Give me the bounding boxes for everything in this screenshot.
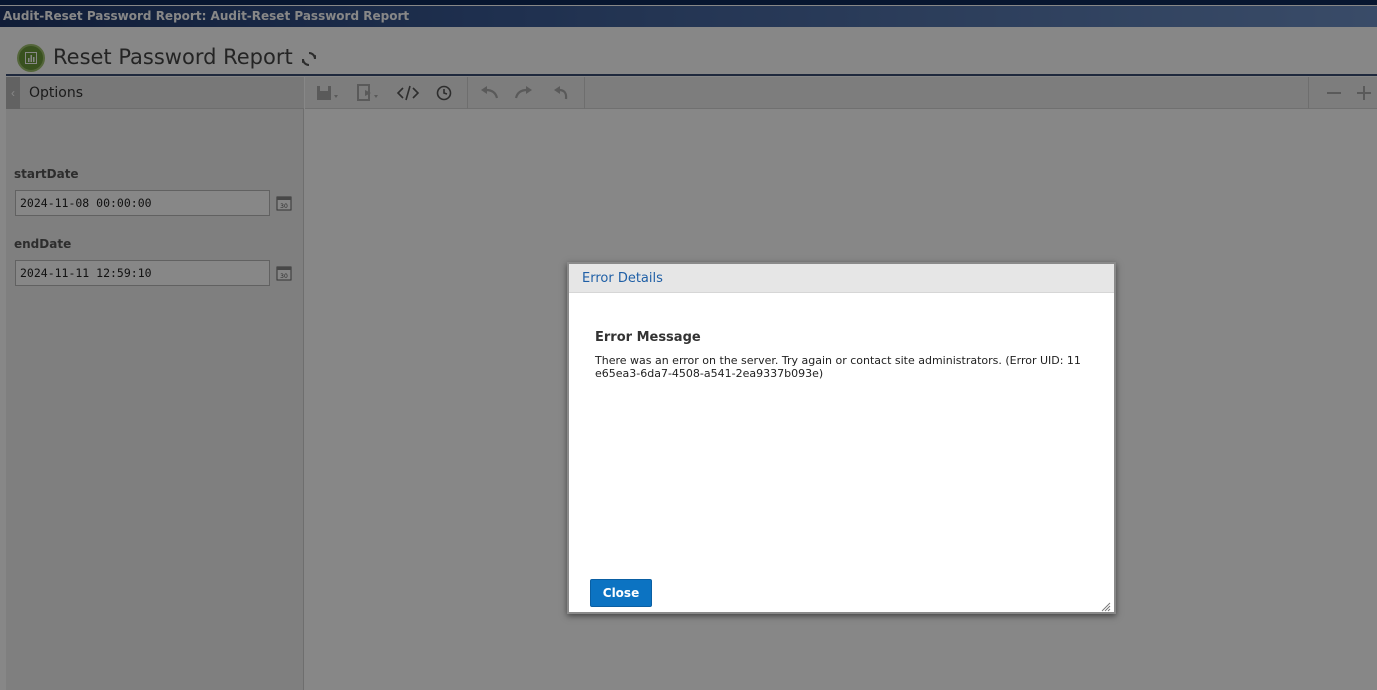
resize-grip-icon[interactable] (1101, 599, 1111, 612)
dialog-title: Error Details (582, 271, 663, 286)
dialog-header[interactable]: Error Details (569, 264, 1114, 293)
close-button[interactable]: Close (590, 579, 652, 607)
error-dialog: Error Details Error Message There was an… (567, 262, 1116, 614)
error-heading: Error Message (595, 330, 701, 345)
error-message: There was an error on the server. Try ag… (595, 354, 1081, 380)
